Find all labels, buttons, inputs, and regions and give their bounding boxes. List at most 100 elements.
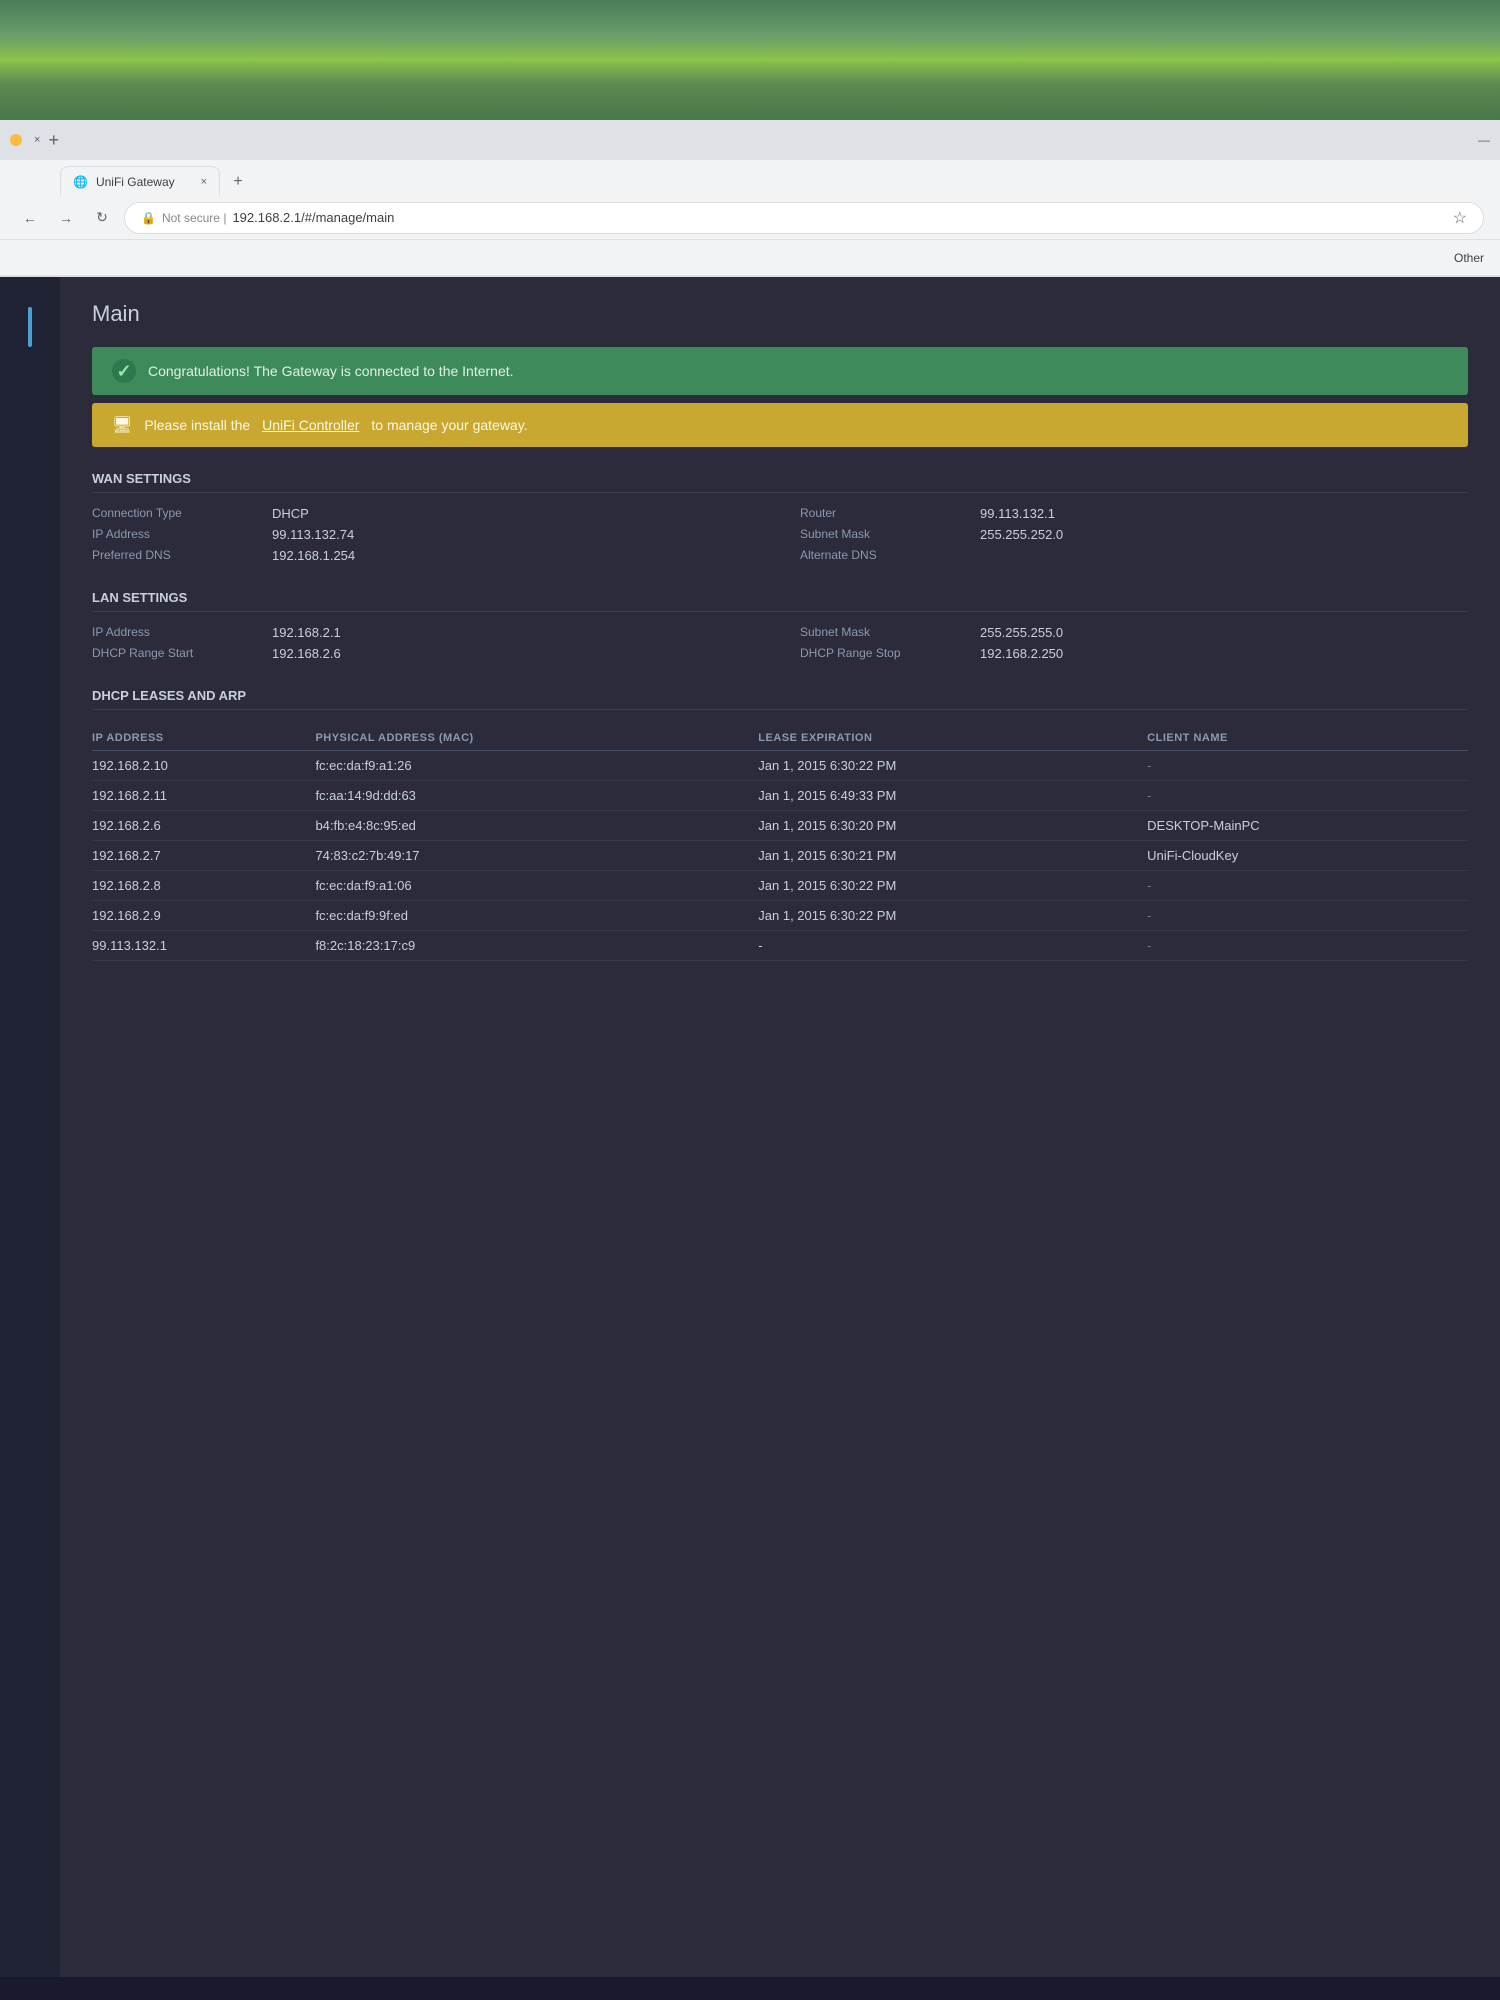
warning-banner: 🖥 Please install the UniFi Controller to…: [92, 403, 1468, 447]
address-bar[interactable]: 🔒 Not secure | 192.168.2.1/#/manage/main…: [124, 202, 1484, 234]
wan-connection-type-label: Connection Type: [92, 506, 252, 521]
wan-settings-grid: Connection Type DHCP IP Address 99.113.1…: [92, 503, 1468, 566]
col-client-name: CLIENT NAME: [1147, 726, 1468, 751]
table-row: 192.168.2.10 fc:ec:da:f9:a1:26 Jan 1, 20…: [92, 751, 1468, 781]
reload-button[interactable]: ↻: [88, 204, 116, 232]
wan-left-col: Connection Type DHCP IP Address 99.113.1…: [92, 503, 760, 566]
wan-subnet-row: Subnet Mask 255.255.252.0: [800, 524, 1468, 545]
cell-mac: fc:ec:da:f9:9f:ed: [315, 901, 758, 931]
cell-client: -: [1147, 931, 1468, 961]
table-row: 192.168.2.6 b4:fb:e4:8c:95:ed Jan 1, 201…: [92, 811, 1468, 841]
wan-ip-value: 99.113.132.74: [272, 527, 354, 542]
cell-mac: fc:ec:da:f9:a1:06: [315, 871, 758, 901]
cell-lease: -: [758, 931, 1147, 961]
wan-dns-value: 192.168.1.254: [272, 548, 355, 563]
other-bookmarks[interactable]: Other: [1454, 251, 1484, 265]
desktop-wallpaper: [0, 0, 1500, 120]
wan-subnet-label: Subnet Mask: [800, 527, 960, 542]
cell-client: UniFi-CloudKey: [1147, 841, 1468, 871]
page-content: Main ✓ Congratulations! The Gateway is c…: [0, 277, 1500, 1977]
cell-mac: fc:ec:da:f9:a1:26: [315, 751, 758, 781]
wan-router-row: Router 99.113.132.1: [800, 503, 1468, 524]
bookmarks-bar: Other: [0, 240, 1500, 276]
page-title: Main: [92, 301, 1468, 327]
dhcp-table-header-row: IP ADDRESS PHYSICAL ADDRESS (MAC) LEASE …: [92, 726, 1468, 751]
lan-subnet-row: Subnet Mask 255.255.255.0: [800, 622, 1468, 643]
lan-dhcp-start-label: DHCP Range Start: [92, 646, 252, 661]
cell-lease: Jan 1, 2015 6:30:22 PM: [758, 871, 1147, 901]
table-row: 192.168.2.11 fc:aa:14:9d:dd:63 Jan 1, 20…: [92, 781, 1468, 811]
wan-connection-type-row: Connection Type DHCP: [92, 503, 760, 524]
wan-alt-dns-row: Alternate DNS: [800, 545, 1468, 565]
cell-lease: Jan 1, 2015 6:30:21 PM: [758, 841, 1147, 871]
lan-subnet-value: 255.255.255.0: [980, 625, 1063, 640]
success-message: Congratulations! The Gateway is connecte…: [148, 363, 514, 379]
table-row: 192.168.2.9 fc:ec:da:f9:9f:ed Jan 1, 201…: [92, 901, 1468, 931]
cell-ip: 192.168.2.8: [92, 871, 315, 901]
col-mac-address: PHYSICAL ADDRESS (MAC): [315, 726, 758, 751]
bookmark-star-icon[interactable]: ☆: [1453, 208, 1467, 228]
sidebar: [0, 277, 60, 1977]
new-tab-button[interactable]: +: [224, 168, 252, 196]
wan-connection-type-value: DHCP: [272, 506, 309, 521]
tab-favicon: 🌐: [73, 175, 88, 189]
lan-ip-value: 192.168.2.1: [272, 625, 341, 640]
cell-mac: 74:83:c2:7b:49:17: [315, 841, 758, 871]
warning-suffix: to manage your gateway.: [371, 417, 527, 433]
lan-dhcp-stop-row: DHCP Range Stop 192.168.2.250: [800, 643, 1468, 664]
browser-titlebar: × + —: [0, 120, 1500, 160]
address-bar-row: ← → ↻ 🔒 Not secure | 192.168.2.1/#/manag…: [0, 196, 1500, 240]
unifi-controller-link[interactable]: UniFi Controller: [262, 417, 359, 433]
forward-button[interactable]: →: [52, 204, 80, 232]
dhcp-leases-table: IP ADDRESS PHYSICAL ADDRESS (MAC) LEASE …: [92, 726, 1468, 961]
cell-client: -: [1147, 751, 1468, 781]
lan-dhcp-start-value: 192.168.2.6: [272, 646, 341, 661]
cell-ip: 99.113.132.1: [92, 931, 315, 961]
cell-client: -: [1147, 901, 1468, 931]
cell-lease: Jan 1, 2015 6:30:22 PM: [758, 901, 1147, 931]
cell-ip: 192.168.2.7: [92, 841, 315, 871]
cell-client: DESKTOP-MainPC: [1147, 811, 1468, 841]
success-banner: ✓ Congratulations! The Gateway is connec…: [92, 347, 1468, 395]
wan-dns-row: Preferred DNS 192.168.1.254: [92, 545, 760, 566]
wan-subnet-value: 255.255.252.0: [980, 527, 1063, 542]
lan-left-col: IP Address 192.168.2.1 DHCP Range Start …: [92, 622, 760, 664]
col-ip-address: IP ADDRESS: [92, 726, 315, 751]
dhcp-leases-header: DHCP LEASES AND ARP: [92, 688, 1468, 710]
wan-ip-label: IP Address: [92, 527, 252, 542]
tab-close[interactable]: ×: [34, 134, 40, 146]
main-area: Main ✓ Congratulations! The Gateway is c…: [60, 277, 1500, 1977]
lan-settings-header: LAN SETTINGS: [92, 590, 1468, 612]
wan-dns-label: Preferred DNS: [92, 548, 252, 563]
cell-client: -: [1147, 871, 1468, 901]
col-lease-expiration: LEASE EXPIRATION: [758, 726, 1147, 751]
cell-mac: f8:2c:18:23:17:c9: [315, 931, 758, 961]
tab-close-btn[interactable]: ×: [201, 176, 207, 188]
cell-lease: Jan 1, 2015 6:30:20 PM: [758, 811, 1147, 841]
back-button[interactable]: ←: [16, 204, 44, 232]
cell-lease: Jan 1, 2015 6:30:22 PM: [758, 751, 1147, 781]
wan-router-label: Router: [800, 506, 960, 521]
sidebar-accent: [28, 307, 32, 347]
minimize-button[interactable]: [10, 134, 22, 146]
lan-dhcp-stop-label: DHCP Range Stop: [800, 646, 960, 661]
wan-ip-row: IP Address 99.113.132.74: [92, 524, 760, 545]
active-tab[interactable]: 🌐 UniFi Gateway ×: [60, 166, 220, 196]
new-tab-button[interactable]: +: [48, 130, 59, 151]
warning-prefix: Please install the: [144, 417, 250, 433]
cell-ip: 192.168.2.9: [92, 901, 315, 931]
wan-alt-dns-label: Alternate DNS: [800, 548, 960, 562]
table-row: 192.168.2.7 74:83:c2:7b:49:17 Jan 1, 201…: [92, 841, 1468, 871]
tab-bar: 🌐 UniFi Gateway × +: [0, 160, 1500, 196]
lan-ip-row: IP Address 192.168.2.1: [92, 622, 760, 643]
cell-ip: 192.168.2.11: [92, 781, 315, 811]
cell-mac: fc:aa:14:9d:dd:63: [315, 781, 758, 811]
browser-chrome: × + — 🌐 UniFi Gateway × + ← → ↻ 🔒 Not se…: [0, 120, 1500, 277]
window-minimize[interactable]: —: [1478, 133, 1490, 147]
address-text: 192.168.2.1/#/manage/main: [232, 210, 394, 225]
cell-mac: b4:fb:e4:8c:95:ed: [315, 811, 758, 841]
cell-lease: Jan 1, 2015 6:49:33 PM: [758, 781, 1147, 811]
wan-settings-header: WAN SETTINGS: [92, 471, 1468, 493]
cell-client: -: [1147, 781, 1468, 811]
lan-ip-label: IP Address: [92, 625, 252, 640]
